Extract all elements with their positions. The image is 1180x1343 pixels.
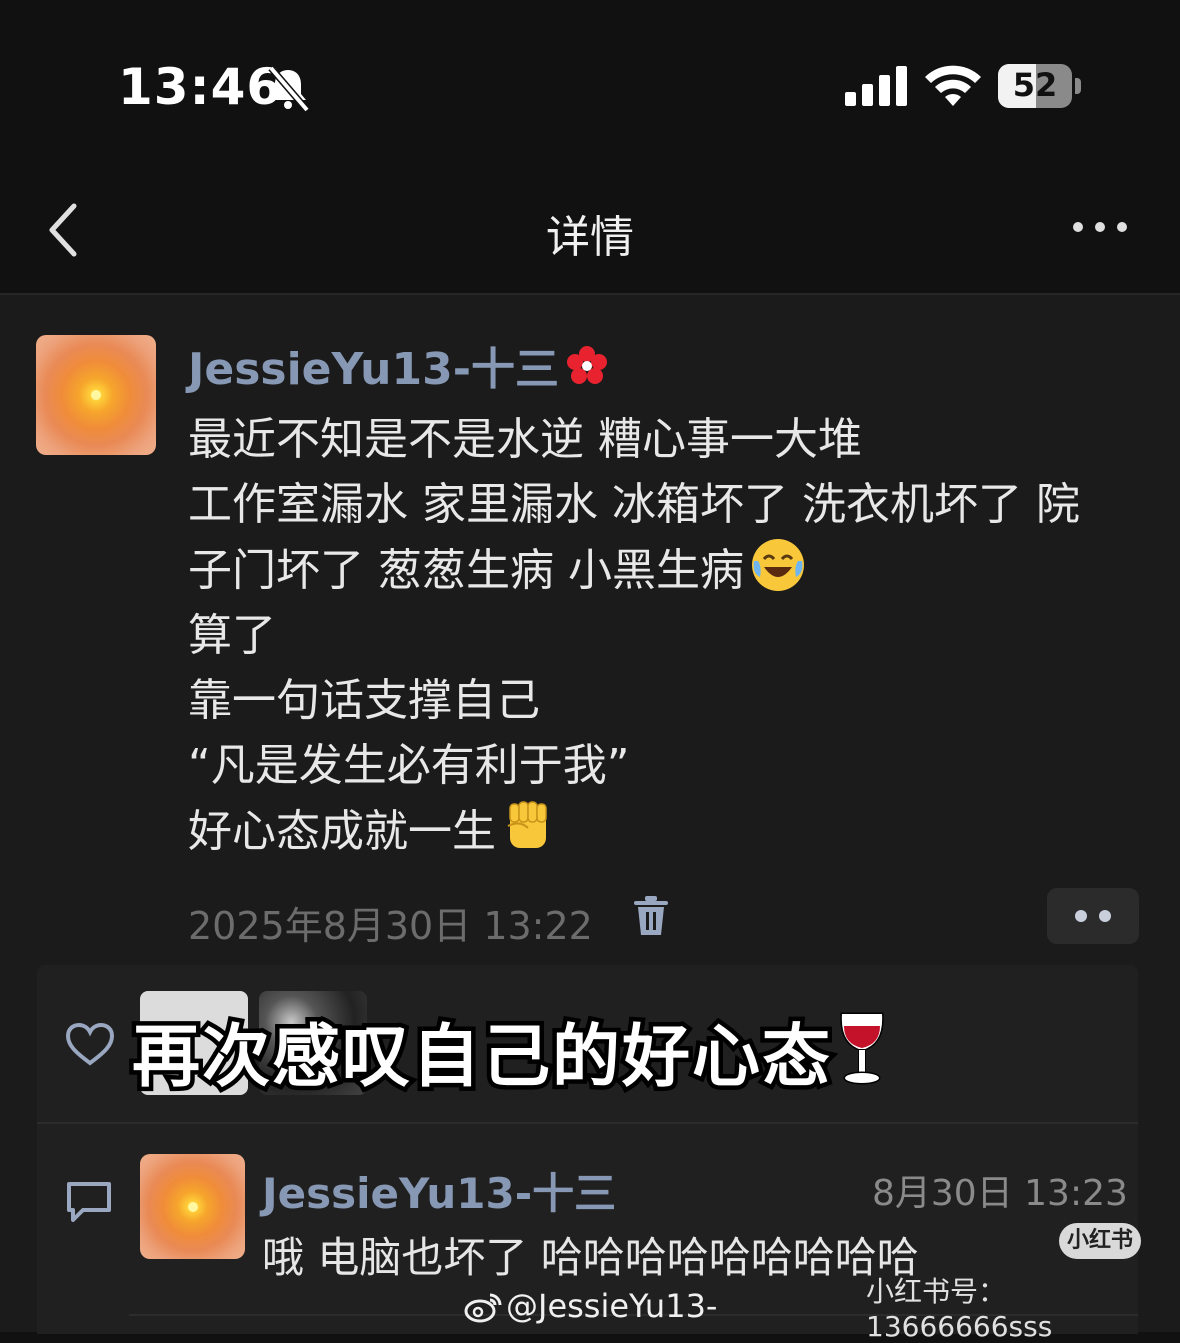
status-bar: 13:46 52	[0, 0, 1180, 175]
weibo-handle: @JessieYu13-	[506, 1287, 718, 1325]
battery-body: 52	[998, 64, 1072, 108]
xiaohongshu-logo: 小红书	[1059, 1223, 1141, 1259]
weibo-watermark: @JessieYu13-	[464, 1287, 717, 1325]
wine-glass-icon	[840, 1012, 884, 1085]
bell-slash-icon	[268, 65, 310, 112]
likes-section: 再次感叹自己的好心态	[37, 965, 1138, 1125]
post-line: 最近不知是不是水逆 糟心事一大堆	[188, 414, 862, 465]
battery-icon: 52	[998, 64, 1084, 110]
post-line: 子门坏了 葱葱生病 小黑生病	[188, 537, 1158, 603]
dot	[1075, 910, 1087, 922]
post-timestamp: 2025年8月30日 13:22	[188, 904, 593, 948]
post-line-text: 好心态成就一生	[188, 806, 496, 857]
comment-author-name[interactable]: JessieYu13-十三	[262, 1160, 616, 1221]
xiaohongshu-id-watermark: 小红书号：13666666sss	[866, 1275, 1053, 1343]
cellular-signal-icon	[845, 66, 907, 106]
post-line: 工作室漏水 家里漏水 冰箱坏了 洗衣机坏了 院	[188, 479, 1080, 530]
comment-bubble-icon[interactable]	[65, 1180, 113, 1224]
page-title: 详情	[546, 212, 634, 263]
comment-avatar[interactable]	[140, 1154, 245, 1259]
ellipsis-icon[interactable]	[1070, 215, 1130, 239]
dot	[1099, 910, 1111, 922]
two-dots-icon[interactable]	[1047, 888, 1139, 944]
nav-bar: 详情	[0, 175, 1180, 295]
post-author-name[interactable]: JessieYu13-十三	[188, 333, 559, 397]
post-line: 算了	[188, 610, 276, 661]
post-content: 最近不知是不是水逆 糟心事一大堆 工作室漏水 家里漏水 冰箱坏了 洗衣机坏了 院…	[188, 407, 1158, 864]
avatar[interactable]	[36, 335, 156, 455]
trash-icon[interactable]	[632, 895, 670, 937]
post-line-text: 子门坏了 葱葱生病 小黑生病	[188, 545, 744, 596]
status-time: 13:46	[118, 58, 283, 116]
post-line: 靠一句话支撑自己	[188, 675, 540, 726]
heart-outline-icon[interactable]	[65, 1023, 115, 1067]
overlay-caption: 再次感叹自己的好心态	[127, 1001, 892, 1102]
comment-timestamp: 8月30日 13:23	[872, 1173, 1128, 1214]
wifi-icon	[925, 65, 981, 106]
overlay-caption-text: 再次感叹自己的好心态	[127, 1014, 834, 1102]
weibo-icon	[464, 1293, 502, 1323]
post-detail: JessieYu13-十三 最近不知是不是水逆 糟心事一大堆 工作室漏水 家里漏…	[0, 295, 1180, 1334]
post-line: “凡是发生必有利于我”	[188, 740, 630, 791]
post-line: 好心态成就一生	[188, 798, 1158, 864]
raised-fist-icon	[507, 801, 547, 848]
red-flower-icon	[567, 346, 607, 384]
comment-text: 哦 电脑也坏了 哈哈哈哈哈哈哈哈哈	[262, 1233, 919, 1282]
battery-percent: 52	[1012, 66, 1058, 104]
laughing-crying-face-icon	[751, 539, 804, 591]
battery-cap	[1075, 78, 1081, 94]
